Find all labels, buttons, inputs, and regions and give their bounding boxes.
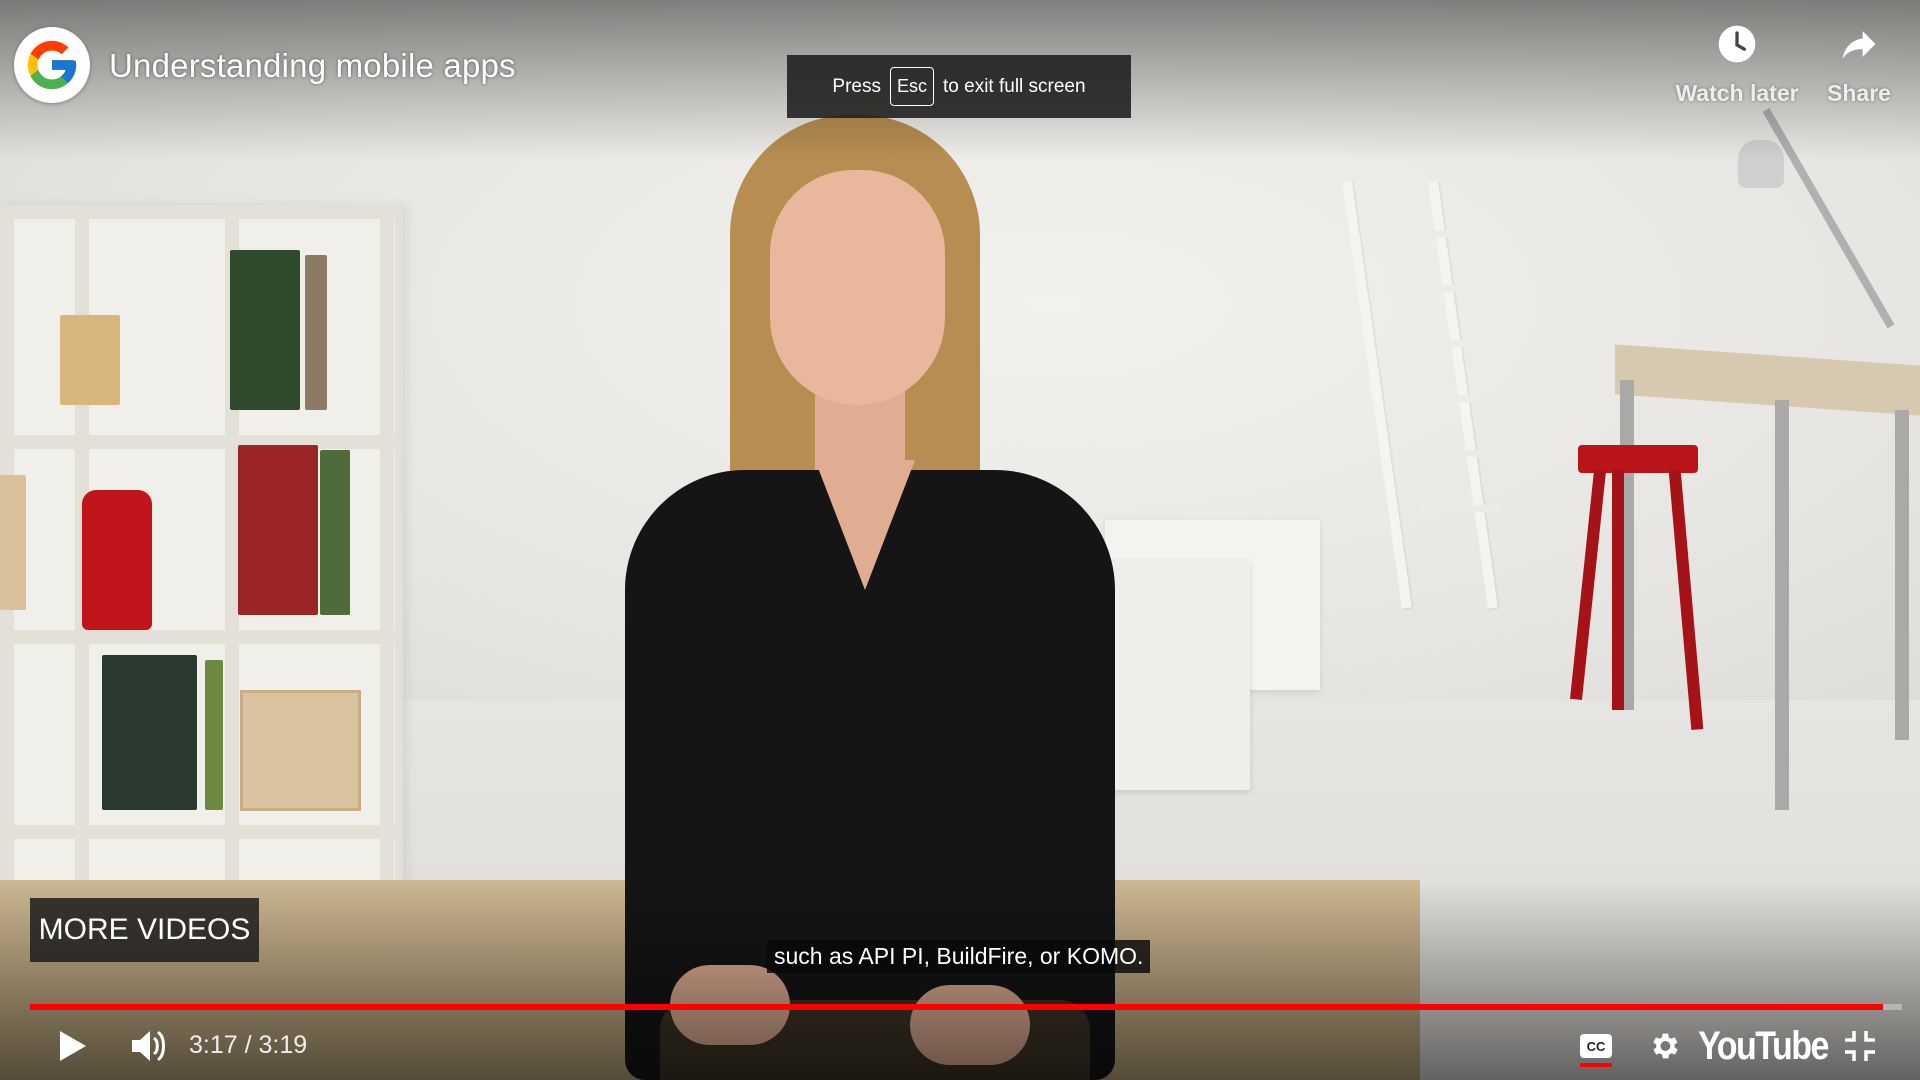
progress-played — [30, 1004, 1884, 1010]
share-button[interactable]: Share — [1789, 22, 1920, 107]
youtube-logo-button[interactable]: YouTube — [1698, 1020, 1829, 1072]
clock-icon — [1718, 25, 1756, 63]
progress-bar[interactable] — [30, 1004, 1902, 1010]
esc-key-hint: Esc — [889, 67, 934, 106]
share-arrow-icon — [1842, 31, 1876, 59]
svg-text:CC: CC — [1587, 1039, 1606, 1054]
share-label: Share — [1827, 80, 1891, 106]
watch-later-button[interactable]: Watch later — [1667, 22, 1807, 107]
settings-button[interactable] — [1642, 1020, 1686, 1072]
play-button[interactable] — [50, 1020, 96, 1072]
red-robot-figure — [82, 490, 152, 630]
exit-fullscreen-icon — [1845, 1031, 1875, 1061]
youtube-wordmark: YouTube — [1698, 1022, 1829, 1068]
closed-captions-icon: CC — [1580, 1034, 1612, 1058]
caption-text: such as API PI, BuildFire, or KOMO. — [767, 940, 1151, 973]
subtitles-active-indicator — [1580, 1063, 1612, 1067]
google-logo-icon — [27, 40, 77, 90]
channel-logo[interactable] — [14, 27, 90, 103]
more-videos-button[interactable]: MORE VIDEOS — [30, 898, 259, 962]
mute-button[interactable] — [124, 1020, 174, 1072]
video-title[interactable]: Understanding mobile apps — [109, 47, 516, 85]
notice-prefix: Press — [832, 75, 881, 97]
time-display: 3:17 / 3:19 — [189, 1031, 308, 1059]
wooden-crate — [240, 690, 361, 811]
red-stool — [1578, 445, 1698, 473]
gear-icon — [1653, 1033, 1678, 1059]
volume-icon — [132, 1031, 165, 1061]
video-player[interactable]: Understanding mobile apps Press Esc to e… — [0, 0, 1920, 1080]
bookshelf — [0, 205, 403, 985]
watch-later-label: Watch later — [1675, 80, 1799, 106]
notice-suffix: to exit full screen — [943, 75, 1086, 97]
exit-fullscreen-button[interactable] — [1838, 1020, 1882, 1072]
exit-fullscreen-notice: Press Esc to exit full screen — [787, 55, 1131, 118]
play-icon — [60, 1031, 86, 1061]
